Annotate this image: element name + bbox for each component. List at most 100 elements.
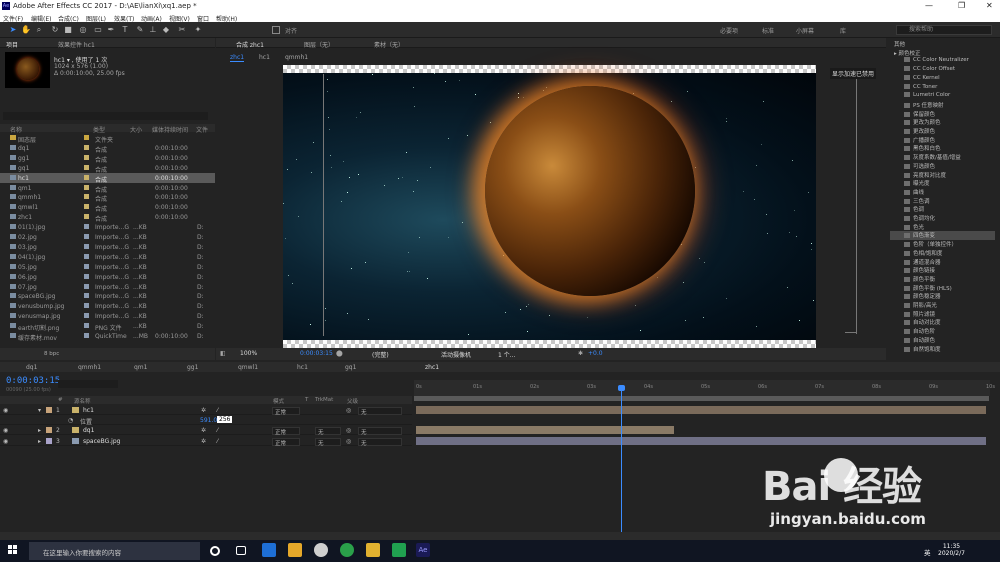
pen-tool-icon[interactable]: ✒ — [106, 25, 116, 35]
effect-item[interactable]: 色调均化 — [890, 214, 935, 223]
effect-item[interactable]: 曲线 — [890, 188, 924, 197]
project-item[interactable]: earth切割.png PNG 文件 ...KB D: — [0, 321, 215, 332]
windows-start-icon[interactable] — [8, 545, 18, 555]
effect-item[interactable]: 自动颜色 — [890, 336, 935, 345]
label-swatch[interactable] — [84, 164, 89, 170]
quality-switch-icon[interactable]: ⁄ — [217, 407, 218, 414]
effect-item[interactable]: 其他 — [890, 40, 905, 49]
tab-layer[interactable]: 图层（无） — [304, 40, 334, 49]
label-swatch[interactable] — [84, 174, 89, 180]
effect-item[interactable]: 色调 — [890, 205, 924, 214]
quality-switch-icon[interactable]: ⁄ — [217, 438, 218, 445]
project-item[interactable]: venusbump.jpg Importe...G ...KB D: — [0, 301, 215, 311]
project-item[interactable]: zhc1 合成 0:00:10:00 — [0, 212, 215, 223]
snap-checkbox[interactable] — [272, 26, 280, 34]
quality-switch-icon[interactable]: ⁄ — [217, 427, 218, 434]
help-search-input[interactable]: 搜索帮助 — [896, 25, 992, 35]
effect-item[interactable]: 色相/饱和度 — [890, 249, 942, 258]
effect-item[interactable]: 阴影/高光 — [890, 301, 937, 310]
project-item[interactable]: venusmap.jpg Importe...G ...KB D: — [0, 311, 215, 321]
tab-effect-controls[interactable]: 效果控件 hc1 — [58, 40, 95, 49]
layer-label-color[interactable] — [46, 438, 52, 444]
viewer-timecode[interactable]: 0:00:03:15 — [300, 350, 333, 357]
browser-icon[interactable] — [314, 543, 328, 557]
pan-behind-tool-icon[interactable]: ◎ — [78, 25, 88, 35]
project-item[interactable]: 06.jpg Importe...G ...KB D: — [0, 272, 215, 282]
blend-mode-dropdown[interactable]: 正常 — [272, 438, 300, 447]
breadcrumb-qmmh1[interactable]: qmmh1 — [285, 54, 308, 61]
project-item[interactable]: hc1 合成 0:00:10:00 — [0, 172, 215, 184]
project-item[interactable]: dq1 合成 0:00:10:00 — [0, 143, 215, 154]
playhead-handle[interactable] — [618, 385, 625, 391]
label-swatch[interactable] — [84, 224, 89, 230]
parent-dropdown[interactable]: 无 — [358, 438, 402, 447]
project-item[interactable]: 02.jpg Importe...G ...KB D: — [0, 232, 215, 242]
rotate-tool-icon[interactable]: ↻ — [50, 25, 60, 35]
blend-mode-dropdown[interactable]: 正常 — [272, 427, 300, 436]
tab-qmmh1[interactable]: qmmh1 — [78, 364, 101, 371]
camera-snapshot-icon[interactable]: ⬤ — [336, 350, 343, 357]
project-item[interactable]: 05.jpg Importe...G ...KB D: — [0, 262, 215, 272]
label-swatch[interactable] — [84, 184, 89, 190]
project-search-input[interactable] — [3, 112, 208, 120]
layer-bar-hc1[interactable] — [416, 406, 986, 414]
shape-tool-icon[interactable]: ▭ — [93, 25, 103, 35]
after-effects-taskbar-icon[interactable]: Ae — [416, 543, 430, 557]
shy-switch-icon[interactable]: ✲ — [201, 427, 206, 434]
wechat-icon[interactable] — [392, 543, 406, 557]
tab-footage[interactable]: 素材（无） — [374, 40, 404, 49]
snapshot-icon[interactable]: ◧ — [220, 350, 226, 357]
effect-item[interactable]: ▸ 颜色校正 — [890, 49, 921, 58]
resolution-dropdown[interactable]: (完整) — [372, 350, 389, 359]
tab-composition[interactable]: 合成 zhc1 — [236, 40, 264, 49]
twirl-arrow-icon[interactable]: ▸ — [38, 427, 41, 434]
color-settings-icon[interactable]: ✱ — [578, 350, 583, 357]
parent-pickwhip-icon[interactable]: ◎ — [346, 427, 351, 434]
project-item[interactable]: 01(1).jpg Importe...G ...KB D: — [0, 222, 215, 232]
effect-item[interactable]: 色阶（单独控件） — [890, 240, 957, 249]
effect-item[interactable]: 亮度和对比度 — [890, 171, 946, 180]
effect-item[interactable]: 照片滤镜 — [890, 310, 935, 319]
label-swatch[interactable] — [84, 313, 89, 319]
tab-gg1[interactable]: gg1 — [187, 364, 198, 371]
effect-item[interactable]: 曝光度 — [890, 179, 930, 188]
effect-item[interactable]: 四色渐变 — [890, 231, 995, 241]
layer-row[interactable]: ◉ ▸ 3 spaceBG.jpg ✲ ⁄ 正常 无 ◎ 无 — [0, 436, 412, 447]
tab-qmwl1[interactable]: qmwl1 — [238, 364, 258, 371]
project-item[interactable]: qm1 合成 0:00:10:00 — [0, 183, 215, 194]
timeline-search-input[interactable] — [58, 380, 118, 388]
tab-qm1[interactable]: qm1 — [134, 364, 147, 371]
workspace-essentials[interactable]: 必要项 — [720, 26, 738, 35]
stopwatch-icon[interactable]: ◔ — [68, 417, 73, 424]
parent-pickwhip-icon[interactable]: ◎ — [346, 438, 351, 445]
effect-item[interactable]: CC Color Neutralizer — [890, 57, 969, 66]
selection-tool-icon[interactable]: ➤ — [8, 25, 18, 35]
project-item[interactable]: 缓存素材.mov QuickTime ...MB 0:00:10:00 D: — [0, 331, 215, 342]
visibility-eye-icon[interactable]: ◉ — [3, 407, 8, 414]
effect-item[interactable]: 保留颜色 — [890, 110, 935, 119]
effect-item[interactable]: 三色调 — [890, 197, 930, 206]
property-row-position[interactable]: ◔ 位置 591.0 256 — [0, 415, 412, 426]
effect-item[interactable]: 自动对比度 — [890, 318, 941, 327]
label-swatch[interactable] — [84, 333, 89, 338]
label-swatch[interactable] — [84, 283, 89, 289]
eraser-tool-icon[interactable]: ◆ — [161, 25, 171, 35]
trkmat-dropdown[interactable]: 无 — [315, 427, 341, 436]
exposure-value[interactable]: +0.0 — [588, 350, 603, 357]
project-item[interactable]: gg1 合成 0:00:10:00 — [0, 153, 215, 164]
tab-hc1[interactable]: hc1 — [297, 364, 308, 371]
effect-item[interactable]: 自动色阶 — [890, 327, 935, 336]
workspace-standard[interactable]: 标准 — [762, 26, 774, 35]
brush-tool-icon[interactable]: ✎ — [135, 25, 145, 35]
project-item[interactable]: qmwl1 合成 0:00:10:00 — [0, 202, 215, 213]
puppet-tool-icon[interactable]: ✦ — [193, 25, 203, 35]
parent-dropdown[interactable]: 无 — [358, 427, 402, 436]
effect-item[interactable]: CC Kernel — [890, 74, 940, 84]
project-item[interactable]: qmmh1 合成 0:00:10:00 — [0, 192, 215, 203]
label-swatch[interactable] — [84, 243, 89, 249]
task-view-icon[interactable] — [236, 546, 246, 555]
project-item[interactable]: 03.jpg Importe...G ...KB D: — [0, 242, 215, 252]
label-swatch[interactable] — [84, 135, 89, 140]
chat-app-icon[interactable] — [340, 543, 354, 557]
minimize-button[interactable]: — — [925, 1, 933, 10]
